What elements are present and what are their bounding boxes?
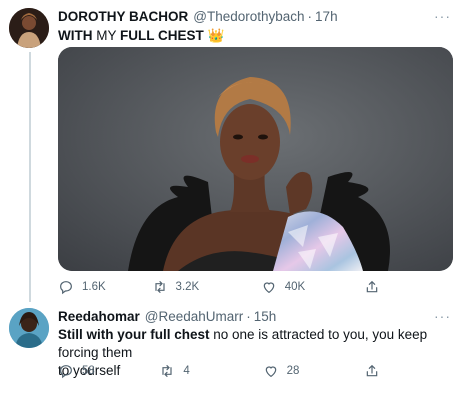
tweet-actions: 1.6K 3.2K 40K [58, 279, 388, 295]
reply-text-line1: Still with your full chest no one is att… [58, 326, 458, 362]
share-button[interactable] [364, 363, 388, 379]
retweet-icon [154, 281, 165, 293]
tweet-text: WITH MY FULL CHEST 👑 [58, 27, 224, 45]
reply-author-handle[interactable]: @ReedahUmarr [145, 309, 244, 324]
tweet-timestamp[interactable]: 17h [315, 9, 338, 24]
retweet-count: 4 [183, 365, 190, 377]
retweet-count: 3.2K [175, 281, 200, 293]
heart-icon [263, 282, 274, 294]
reply-button[interactable]: 58 [58, 363, 159, 379]
more-options-icon[interactable]: ··· [434, 308, 451, 324]
reply-button[interactable]: 1.6K [58, 279, 152, 295]
like-count: 28 [286, 365, 300, 377]
like-button[interactable]: 40K [261, 279, 364, 295]
reply-text-bold: Still with your full chest [58, 327, 210, 342]
like-count: 40K [284, 281, 306, 293]
tweet-photo[interactable] [58, 47, 453, 271]
more-options-icon[interactable]: ··· [434, 8, 451, 24]
retweet-button[interactable]: 3.2K [152, 279, 261, 295]
author-name[interactable]: DOROTHY BACHOR [58, 9, 188, 24]
heart-icon [265, 366, 276, 378]
retweet-icon [162, 365, 172, 377]
reply-icon [60, 281, 72, 295]
reply-count: 58 [82, 365, 95, 377]
like-button[interactable]: 28 [263, 363, 364, 379]
reply-actions: 58 4 28 [58, 363, 388, 379]
share-icon [366, 280, 378, 293]
crown-emoji: 👑 [207, 28, 225, 43]
share-button[interactable] [364, 279, 388, 295]
tweet-text-bold-1: WITH [58, 28, 93, 43]
retweet-button[interactable]: 4 [159, 363, 262, 379]
author-avatar[interactable] [9, 8, 49, 48]
author-handle[interactable]: @Thedorothybach [193, 9, 304, 24]
separator-dot: · [246, 309, 251, 324]
reply-icon [60, 365, 72, 379]
reply-count: 1.6K [82, 281, 106, 293]
share-icon [366, 364, 378, 377]
tweet-original[interactable]: DOROTHY BACHOR @Thedorothybach · 17h ···… [0, 0, 467, 302]
tweet-text-plain: MY [92, 28, 121, 43]
reply-timestamp[interactable]: 15h [254, 309, 277, 324]
reply-author-name[interactable]: Reedahomar [58, 309, 140, 324]
separator-dot: · [307, 9, 313, 24]
tweet-header: DOROTHY BACHOR @Thedorothybach · 17h [58, 9, 338, 24]
tweet-reply[interactable]: Reedahomar @ReedahUmarr · 15h ··· Still … [0, 302, 467, 400]
reply-author-avatar[interactable] [9, 308, 49, 348]
tweet-text-bold-2: FULL CHEST [120, 28, 204, 43]
thread-connector [29, 52, 31, 302]
reply-header: Reedahomar @ReedahUmarr · 15h [58, 309, 276, 324]
